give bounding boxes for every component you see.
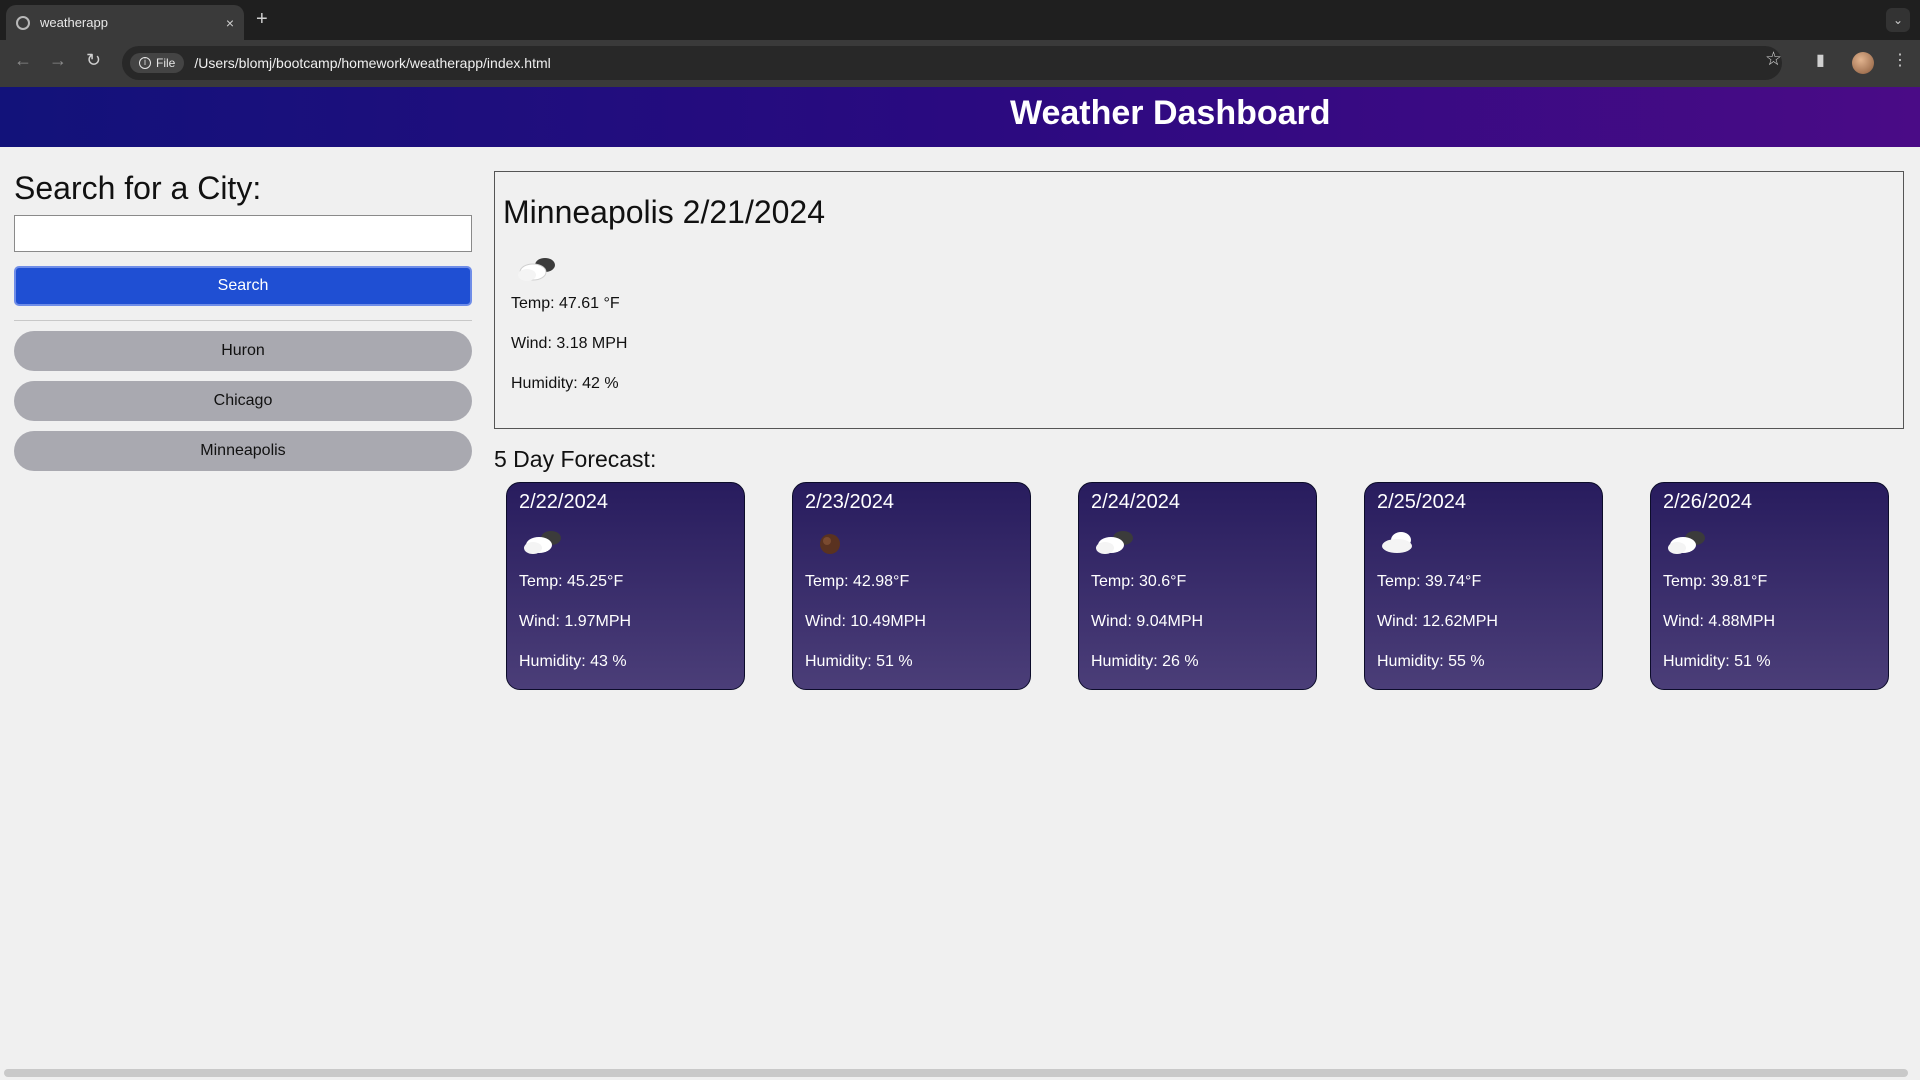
address-bar[interactable]: i File /Users/blomj/bootcamp/homework/we… — [122, 46, 1782, 80]
search-heading: Search for a City: — [14, 170, 262, 206]
divider — [14, 320, 472, 321]
back-arrow-icon[interactable]: ← — [14, 50, 32, 71]
search-button[interactable]: Search — [14, 266, 472, 306]
info-icon: i — [139, 57, 151, 69]
forecast-humidity: Humidity: 55 % — [1377, 653, 1485, 670]
history-button-chicago[interactable]: Chicago — [14, 381, 472, 421]
forecast-card: 2/26/2024 Temp: 39.81°F Wind: 4.88MPH Hu… — [1650, 482, 1889, 690]
forecast-wind: Wind: 1.97MPH — [519, 613, 632, 630]
forecast-card: 2/22/2024 Temp: 45.25°F Wind: 1.97MPH Hu… — [506, 482, 745, 690]
forecast-humidity: Humidity: 26 % — [1091, 653, 1199, 670]
star-icon[interactable]: ☆ — [1765, 48, 1782, 71]
profile-avatar[interactable] — [1852, 52, 1874, 74]
forecast-humidity: Humidity: 51 % — [805, 653, 913, 670]
city-search-input[interactable] — [14, 215, 472, 252]
forecast-heading: 5 Day Forecast: — [494, 446, 657, 472]
browser-toolbar: ← → ↻ i File /Users/blomj/bootcamp/homew… — [0, 40, 1920, 87]
page-header: Weather Dashboard — [0, 87, 1920, 147]
forecast-humidity: Humidity: 43 % — [519, 653, 627, 670]
partly-cloudy-night-icon — [1665, 527, 1709, 562]
forecast-wind: Wind: 12.62MPH — [1377, 613, 1498, 630]
forecast-temp: Temp: 45.25°F — [519, 573, 624, 590]
file-chip-label: File — [156, 56, 176, 70]
forecast-date: 2/23/2024 — [805, 491, 894, 513]
search-sidebar: Search for a City: Search Huron Chicago … — [14, 170, 472, 471]
forecast-date: 2/22/2024 — [519, 491, 608, 513]
clear-night-icon — [815, 527, 859, 562]
page-title: Weather Dashboard — [1010, 94, 1331, 132]
globe-icon — [16, 15, 30, 30]
current-temp: Temp: 47.61 °F — [511, 295, 620, 312]
kebab-menu-icon[interactable]: ⋮ — [1892, 50, 1908, 70]
new-tab-icon[interactable]: + — [256, 8, 268, 31]
forecast-cards: 2/22/2024 Temp: 45.25°F Wind: 1.97MPH Hu… — [506, 482, 1892, 690]
file-chip[interactable]: i File — [130, 53, 185, 73]
browser-tab[interactable]: weatherapp × — [6, 5, 244, 40]
current-weather-panel: Minneapolis 2/21/2024 Temp: 47.61 °F Win… — [494, 171, 1904, 429]
forecast-humidity: Humidity: 51 % — [1663, 653, 1771, 670]
tab-close-icon[interactable]: × — [226, 15, 234, 31]
forecast-date: 2/24/2024 — [1091, 491, 1180, 513]
reload-icon[interactable]: ↻ — [86, 50, 101, 71]
partly-cloudy-night-icon — [521, 527, 565, 562]
current-wind: Wind: 3.18 MPH — [511, 335, 628, 352]
current-city-date: Minneapolis 2/21/2024 — [503, 194, 826, 230]
forward-arrow-icon[interactable]: → — [49, 50, 67, 71]
history-button-minneapolis[interactable]: Minneapolis — [14, 431, 472, 471]
partly-cloudy-night-icon — [1093, 527, 1137, 562]
forecast-temp: Temp: 39.81°F — [1663, 573, 1768, 590]
forecast-date: 2/26/2024 — [1663, 491, 1752, 513]
cloud-icon — [1379, 527, 1423, 562]
browser-tab-bar: weatherapp × + ⌄ — [0, 0, 1920, 40]
forecast-temp: Temp: 39.74°F — [1377, 573, 1482, 590]
forecast-wind: Wind: 9.04MPH — [1091, 613, 1204, 630]
forecast-card: 2/23/2024 Temp: 42.98°F Wind: 10.49MPH H… — [792, 482, 1031, 690]
forecast-wind: Wind: 4.88MPH — [1663, 613, 1776, 630]
forecast-temp: Temp: 30.6°F — [1091, 573, 1187, 590]
side-panel-icon[interactable]: ▮ — [1816, 50, 1825, 70]
tab-title: weatherapp — [40, 15, 108, 30]
horizontal-scrollbar[interactable] — [4, 1069, 1908, 1077]
forecast-temp: Temp: 42.98°F — [805, 573, 910, 590]
history-button-huron[interactable]: Huron — [14, 331, 472, 371]
partly-cloudy-night-icon — [515, 254, 559, 289]
url-text[interactable]: /Users/blomj/bootcamp/homework/weatherap… — [194, 55, 550, 71]
forecast-card: 2/24/2024 Temp: 30.6°F Wind: 9.04MPH Hum… — [1078, 482, 1317, 690]
forecast-wind: Wind: 10.49MPH — [805, 613, 926, 630]
forecast-card: 2/25/2024 Temp: 39.74°F Wind: 12.62MPH H… — [1364, 482, 1603, 690]
forecast-date: 2/25/2024 — [1377, 491, 1466, 513]
current-humidity: Humidity: 42 % — [511, 375, 619, 392]
tab-search-chevron-icon[interactable]: ⌄ — [1886, 8, 1910, 32]
